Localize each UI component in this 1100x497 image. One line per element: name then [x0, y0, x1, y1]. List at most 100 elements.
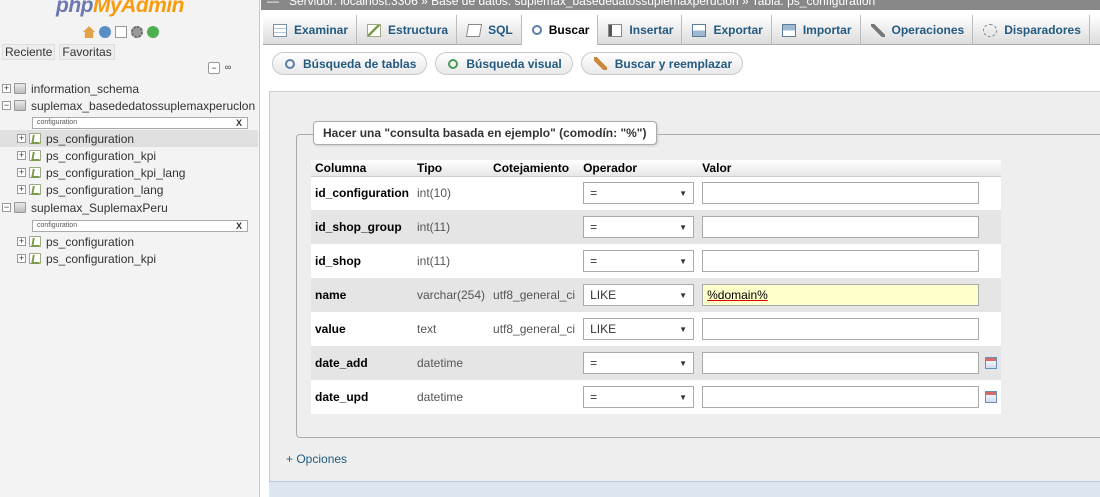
tab-buscar[interactable]: Buscar: [521, 15, 599, 45]
settings-gear-icon[interactable]: [131, 26, 143, 38]
tree-item-db[interactable]: − suplemax_SuplemaxPeru: [2, 199, 168, 216]
tab-examinar[interactable]: Examinar: [263, 15, 358, 45]
subtab-label: Búsqueda visual: [466, 56, 562, 71]
nav-tabs: Reciente Favoritas: [2, 44, 115, 60]
table-row: id_configuration int(10) = ▼: [311, 176, 1002, 210]
triggers-icon: [983, 23, 998, 37]
main-menu: Examinar Estructura SQL Buscar Insertar …: [263, 15, 1100, 45]
header-value: Valor: [698, 160, 1002, 177]
tab-operaciones[interactable]: Operaciones: [861, 15, 974, 45]
tab-sql[interactable]: SQL: [457, 15, 522, 45]
operator-select[interactable]: = ▼: [583, 182, 695, 205]
docs-icon[interactable]: [115, 26, 127, 38]
value-input[interactable]: [702, 386, 980, 408]
expand-icon[interactable]: +: [17, 185, 26, 194]
dropdown-arrow-icon: ▼: [679, 222, 688, 232]
tab-estructura[interactable]: Estructura: [357, 15, 458, 45]
logout-icon[interactable]: [99, 26, 111, 38]
table-row: date_add datetime = ▼: [311, 346, 1002, 380]
navigation-panel: phpMyAdmin Reciente Favoritas − ∞ + infor…: [0, 0, 260, 497]
column-type: int(10): [413, 176, 490, 210]
search-subtabs: Búsqueda de tablas Búsqueda visual Busca…: [272, 52, 744, 75]
expand-icon[interactable]: +: [17, 168, 26, 177]
tab-disparadores[interactable]: Disparadores: [973, 15, 1090, 45]
tab-label: Operaciones: [891, 23, 965, 37]
table-icon: [29, 150, 41, 161]
operator-select[interactable]: = ▼: [583, 386, 695, 408]
expand-icon[interactable]: +: [17, 237, 26, 246]
tree-item-table[interactable]: + ps_configuration_kpi_lang: [17, 164, 185, 181]
expand-icon[interactable]: +: [17, 151, 26, 160]
tree-item-table[interactable]: + ps_configuration_lang: [17, 181, 163, 198]
expand-icon[interactable]: +: [17, 134, 26, 143]
header-operator: Operador: [579, 160, 699, 177]
column-collation: [489, 380, 580, 414]
operator-value: =: [590, 220, 598, 234]
clear-filter-button[interactable]: X: [236, 221, 242, 231]
database-icon: [14, 100, 26, 111]
value-cell: [698, 312, 1002, 346]
filter-value: configuration: [37, 222, 78, 229]
value-input[interactable]: [702, 250, 980, 272]
tree-item-label: ps_configuration_kpi_lang: [46, 165, 186, 180]
operator-cell: LIKE ▼: [579, 278, 699, 312]
column-name: name: [311, 278, 413, 312]
phpmyadmin-logo[interactable]: phpMyAdmin: [56, 0, 184, 18]
subtab-table-search[interactable]: Búsqueda de tablas: [272, 52, 428, 75]
breadcrumb[interactable]: Servidor: localhost:3306 » Base de datos…: [289, 0, 875, 8]
value-input[interactable]: %domain%: [702, 284, 980, 306]
options-toggle-link[interactable]: + Opciones: [286, 452, 347, 466]
tab-favorites[interactable]: Favoritas: [59, 44, 115, 60]
expand-icon[interactable]: +: [2, 84, 11, 93]
tree-item-table[interactable]: + ps_configuration_kpi: [17, 147, 156, 164]
operator-select[interactable]: LIKE ▼: [583, 318, 695, 340]
collapse-icon[interactable]: −: [2, 101, 11, 110]
tab-label: SQL: [488, 23, 513, 37]
table-row: date_upd datetime = ▼: [311, 380, 1002, 414]
tree-item-table[interactable]: + ps_configuration: [0, 130, 258, 147]
value-cell: %domain%: [698, 278, 1002, 312]
subtab-zoom-search[interactable]: Búsqueda visual: [435, 52, 573, 75]
clear-filter-button[interactable]: X: [236, 118, 242, 128]
table-row: value text utf8_general_ci LIKE ▼: [311, 312, 1002, 346]
tree-item-db[interactable]: − suplemax_basededatossuplemaxperuclon: [2, 97, 255, 114]
operator-select[interactable]: = ▼: [583, 352, 695, 374]
bottom-bar: [269, 481, 1100, 497]
value-input[interactable]: [702, 352, 980, 374]
value-input[interactable]: [702, 182, 980, 205]
calendar-icon[interactable]: [985, 391, 998, 403]
table-filter-input[interactable]: configuration X: [32, 117, 248, 129]
column-name: id_shop_group: [311, 210, 413, 244]
tab-importar[interactable]: Importar: [772, 15, 861, 45]
calendar-icon[interactable]: [985, 357, 998, 369]
home-icon[interactable]: [83, 26, 95, 38]
column-name: date_upd: [311, 380, 413, 414]
table-filter-input[interactable]: configuration X: [32, 220, 248, 232]
tree-item-label: ps_configuration: [46, 234, 135, 249]
value-input[interactable]: [702, 216, 980, 238]
dropdown-arrow-icon: ▼: [679, 358, 688, 368]
reload-icon[interactable]: [147, 26, 159, 38]
expand-icon[interactable]: +: [17, 254, 26, 263]
collapse-icon[interactable]: −: [2, 203, 11, 212]
value-cell: [698, 176, 1002, 210]
tab-recent[interactable]: Reciente: [2, 44, 56, 60]
nav-toggle-icon[interactable]: —: [267, 0, 279, 8]
operator-select[interactable]: = ▼: [583, 250, 695, 272]
tab-exportar[interactable]: Exportar: [682, 15, 772, 45]
tab-insertar[interactable]: Insertar: [598, 15, 683, 45]
link-icon[interactable]: ∞: [222, 62, 234, 74]
tree-item-table[interactable]: + ps_configuration: [17, 233, 134, 250]
collapse-all-icon[interactable]: −: [208, 62, 220, 74]
search-criteria-table: Columna Tipo Cotejamiento Operador Valor…: [311, 160, 1002, 414]
operator-value: LIKE: [590, 288, 617, 302]
tree-item-db[interactable]: + information_schema: [2, 80, 139, 97]
tree-item-table[interactable]: + ps_configuration_kpi: [17, 250, 156, 267]
value-input[interactable]: [702, 318, 980, 340]
value-cell: [698, 380, 1002, 414]
operator-select[interactable]: = ▼: [583, 216, 695, 238]
zoom-search-icon: [448, 58, 459, 69]
operator-select[interactable]: LIKE ▼: [583, 284, 695, 306]
dropdown-arrow-icon: ▼: [679, 256, 688, 266]
subtab-find-replace[interactable]: Buscar y reemplazar: [580, 52, 744, 75]
